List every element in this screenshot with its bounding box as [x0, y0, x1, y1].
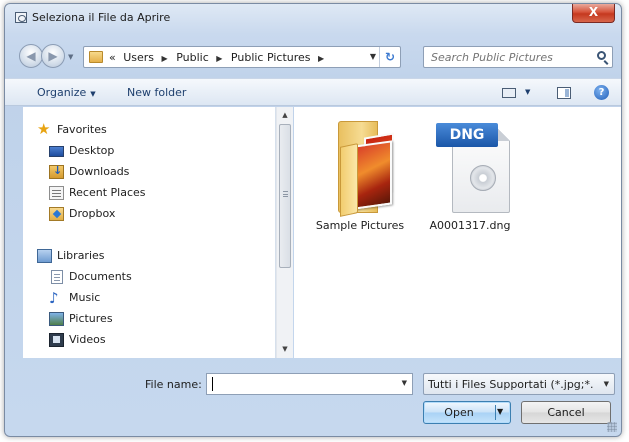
scroll-thumb[interactable] — [279, 124, 291, 268]
window-icon — [15, 12, 27, 23]
open-file-dialog: Seleziona il File da Aprire X ◀ ▶ ▼ « Us… — [4, 3, 622, 437]
search-icon[interactable] — [597, 51, 606, 60]
nav-label: Desktop — [69, 144, 115, 157]
address-bar[interactable]: « Users ▶ Public ▶ Public Pictures ▶ ▼ ↻ — [83, 46, 401, 68]
chevron-right-icon[interactable]: ▶ — [162, 54, 168, 63]
nav-scrollbar[interactable]: ▲ ▼ — [276, 107, 293, 358]
breadcrumb-public[interactable]: Public — [176, 51, 209, 64]
view-icon[interactable] — [502, 88, 516, 98]
nav-label: Videos — [69, 333, 106, 346]
videos-icon — [49, 333, 64, 347]
file-name-input[interactable] — [207, 374, 387, 394]
desktop-icon — [49, 146, 64, 157]
file-type-filter-value: Tutti i Files Supportati (*.jpg;*.j| — [428, 378, 593, 391]
address-row: ◀ ▶ ▼ « Users ▶ Public ▶ Public Pictures… — [5, 42, 621, 72]
open-label: Open — [444, 406, 474, 419]
chevron-down-icon[interactable]: ▼ — [604, 380, 609, 388]
file-name: A0001317.dng — [429, 219, 511, 232]
chevron-right-icon[interactable]: ▶ — [318, 54, 324, 63]
preview-pane-icon[interactable] — [557, 87, 571, 99]
back-icon[interactable]: ◀ — [19, 44, 43, 68]
text-caret — [212, 377, 213, 391]
file-item-dng[interactable]: DNG A0001317.dng — [420, 111, 520, 233]
nav-label: Favorites — [57, 123, 107, 136]
folder-icon — [89, 51, 103, 63]
recent-places-icon — [49, 186, 64, 200]
file-list: Sample Pictures DNG A0001317.dng — [294, 107, 621, 358]
scroll-down-arrow[interactable]: ▼ — [277, 341, 293, 358]
breadcrumb-users[interactable]: Users — [123, 51, 154, 64]
nav-label: Music — [69, 291, 101, 304]
chevron-down-icon[interactable]: ▼ — [497, 407, 503, 416]
cancel-button[interactable]: Cancel — [521, 401, 611, 424]
dng-file-icon: DNG — [434, 123, 510, 215]
libraries-icon — [37, 249, 52, 263]
nav-label: Downloads — [69, 165, 130, 178]
close-button[interactable]: X — [572, 4, 615, 23]
resize-grip-icon[interactable] — [607, 422, 617, 432]
file-name: Sample Pictures — [315, 219, 405, 232]
chevron-down-icon[interactable]: ▼ — [525, 88, 530, 96]
pictures-icon — [49, 312, 64, 326]
file-name-label: File name: — [145, 378, 202, 391]
downloads-icon — [49, 164, 64, 179]
nav-label: Documents — [69, 270, 132, 283]
chevron-down-icon[interactable]: ▼ — [402, 379, 407, 387]
file-type-filter[interactable]: Tutti i Files Supportati (*.jpg;*.j| ▼ — [423, 373, 615, 395]
refresh-icon[interactable]: ↻ — [379, 47, 400, 67]
navigation-pane: ★ Favorites Desktop Downloads Recent Pla… — [23, 107, 276, 358]
nav-label: Libraries — [57, 249, 105, 262]
window-title: Seleziona il File da Aprire — [32, 11, 171, 24]
forward-icon[interactable]: ▶ — [41, 44, 65, 68]
help-icon[interactable]: ? — [594, 85, 609, 100]
open-button[interactable]: Open ▼ — [423, 401, 511, 424]
star-icon: ★ — [37, 120, 51, 138]
documents-icon — [51, 270, 63, 284]
recent-locations-dropdown[interactable]: ▼ — [68, 53, 73, 61]
dropbox-icon — [49, 207, 64, 221]
nav-label: Pictures — [69, 312, 113, 325]
file-name-combobox[interactable]: ▼ — [206, 373, 413, 395]
chevron-right-icon[interactable]: ▶ — [216, 54, 222, 63]
new-folder-button[interactable]: New folder — [127, 86, 186, 99]
nav-label: Recent Places — [69, 186, 146, 199]
file-item-sample-pictures[interactable]: Sample Pictures — [310, 111, 410, 233]
folder-icon — [338, 121, 396, 217]
command-bar: Organize ▼ New folder ▼ ? — [5, 78, 621, 106]
address-dropdown[interactable]: ▼ — [370, 52, 376, 61]
breadcrumb-overflow[interactable]: « — [109, 51, 116, 64]
music-icon: ♪ — [49, 289, 59, 307]
breadcrumb-public-pictures[interactable]: Public Pictures — [231, 51, 311, 64]
search-input[interactable] — [424, 47, 589, 67]
file-type-badge: DNG — [436, 123, 498, 147]
organize-button[interactable]: Organize ▼ — [37, 86, 96, 99]
title-bar[interactable]: Seleziona il File da Aprire X — [5, 4, 621, 32]
nav-label: Dropbox — [69, 207, 116, 220]
breadcrumb: « Users ▶ Public ▶ Public Pictures ▶ — [109, 51, 329, 64]
grip-icon — [283, 191, 288, 197]
organize-label: Organize — [37, 86, 87, 99]
search-box[interactable] — [423, 46, 613, 68]
scroll-up-arrow[interactable]: ▲ — [277, 107, 293, 124]
chevron-down-icon: ▼ — [90, 90, 96, 98]
split-divider — [495, 405, 496, 420]
